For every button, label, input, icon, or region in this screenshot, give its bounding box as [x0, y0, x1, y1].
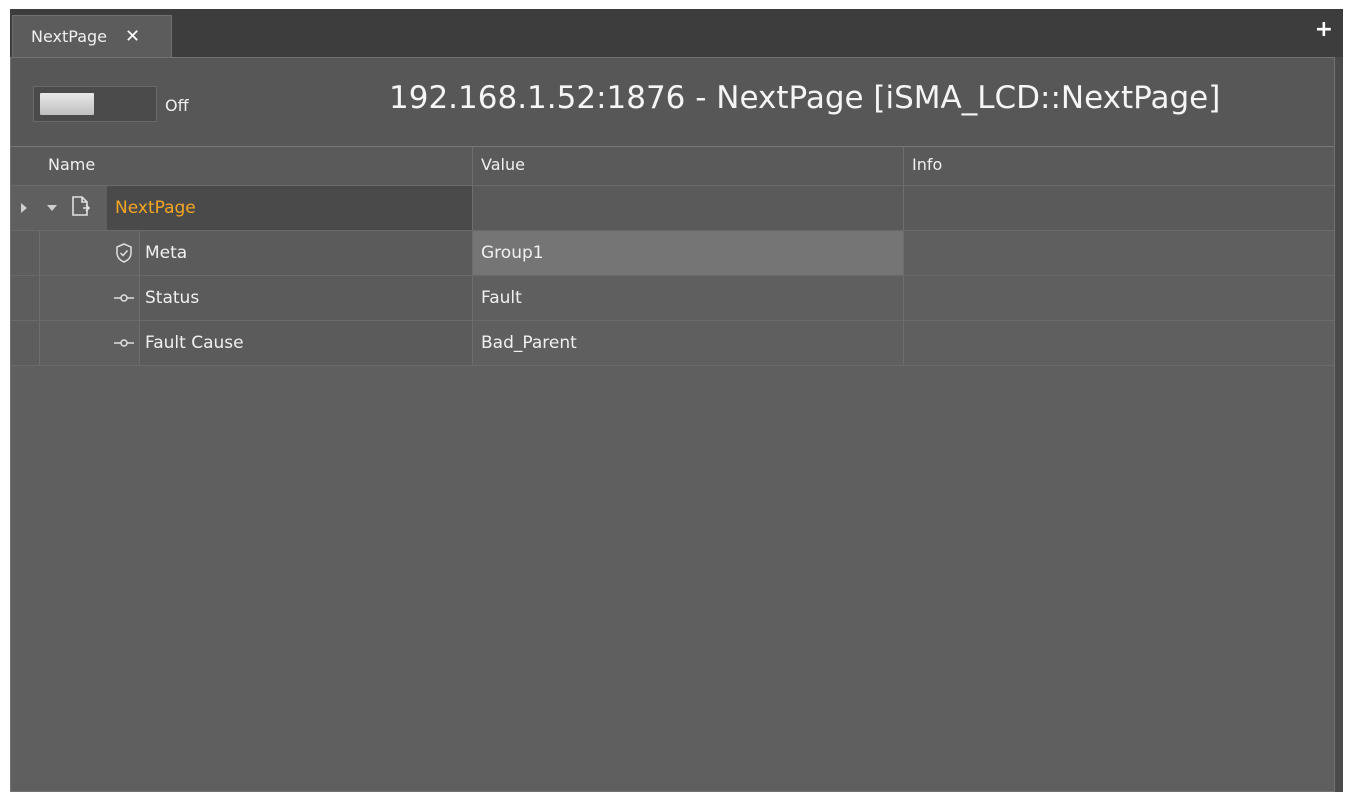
row-name: Meta [145, 243, 188, 263]
row-name: Fault Cause [145, 333, 244, 353]
row-info-cell [903, 276, 1334, 320]
column-header-name[interactable]: Name [48, 147, 472, 185]
panel-scroll-edge [1335, 57, 1343, 792]
row-value-cell[interactable]: Bad_Parent [472, 321, 903, 365]
close-icon[interactable]: ✕ [125, 26, 140, 47]
toggle-knob[interactable] [40, 93, 94, 115]
add-tab-icon[interactable]: + [1315, 19, 1333, 41]
table-row[interactable]: Meta Group1 [11, 231, 1334, 276]
row-gutter [11, 321, 40, 365]
row-gutter [11, 276, 40, 320]
tab-nextpage[interactable]: NextPage ✕ [12, 15, 172, 57]
row-name-cell[interactable]: Fault Cause [107, 321, 472, 365]
property-table: Name Value Info NextPage Meta Group1 Sta… [11, 146, 1334, 366]
page-link-icon [69, 195, 91, 221]
row-name: Status [145, 288, 200, 308]
row-gutter [11, 231, 40, 275]
expand-arrow-icon[interactable] [21, 203, 27, 213]
page-title: 192.168.1.52:1876 - NextPage [iSMA_LCD::… [389, 80, 1221, 116]
table-header: Name Value Info [11, 146, 1334, 186]
table-row[interactable]: Status Fault [11, 276, 1334, 321]
column-header-value[interactable]: Value [472, 147, 903, 185]
app-window: NextPage ✕ + Off 192.168.1.52:1876 - Nex… [10, 9, 1343, 792]
tab-label: NextPage [31, 27, 108, 46]
shield-check-icon [113, 242, 135, 264]
slot-icon [113, 292, 135, 304]
row-name: NextPage [115, 198, 196, 218]
row-value-cell[interactable]: Group1 [472, 231, 903, 275]
content-panel: Off 192.168.1.52:1876 - NextPage [iSMA_L… [10, 57, 1335, 792]
slot-icon [113, 337, 135, 349]
column-header-info[interactable]: Info [903, 147, 1334, 185]
tree-controls [21, 186, 91, 230]
on-off-toggle[interactable] [33, 86, 157, 122]
row-info-cell [903, 321, 1334, 365]
row-info-cell [903, 186, 1334, 230]
tab-bar: NextPage ✕ + [10, 9, 1343, 57]
chevron-down-icon[interactable] [47, 205, 57, 211]
row-name-cell[interactable]: Status [107, 276, 472, 320]
table-row-root[interactable]: NextPage [11, 186, 1334, 231]
row-name-cell[interactable]: NextPage [107, 186, 472, 230]
row-info-cell [903, 231, 1334, 275]
toggle-state-label: Off [165, 96, 189, 115]
row-name-cell[interactable]: Meta [107, 231, 472, 275]
table-row[interactable]: Fault Cause Bad_Parent [11, 321, 1334, 366]
row-value-cell[interactable]: Fault [472, 276, 903, 320]
row-value-cell[interactable] [472, 186, 903, 230]
panel-header: Off 192.168.1.52:1876 - NextPage [iSMA_L… [11, 58, 1334, 146]
